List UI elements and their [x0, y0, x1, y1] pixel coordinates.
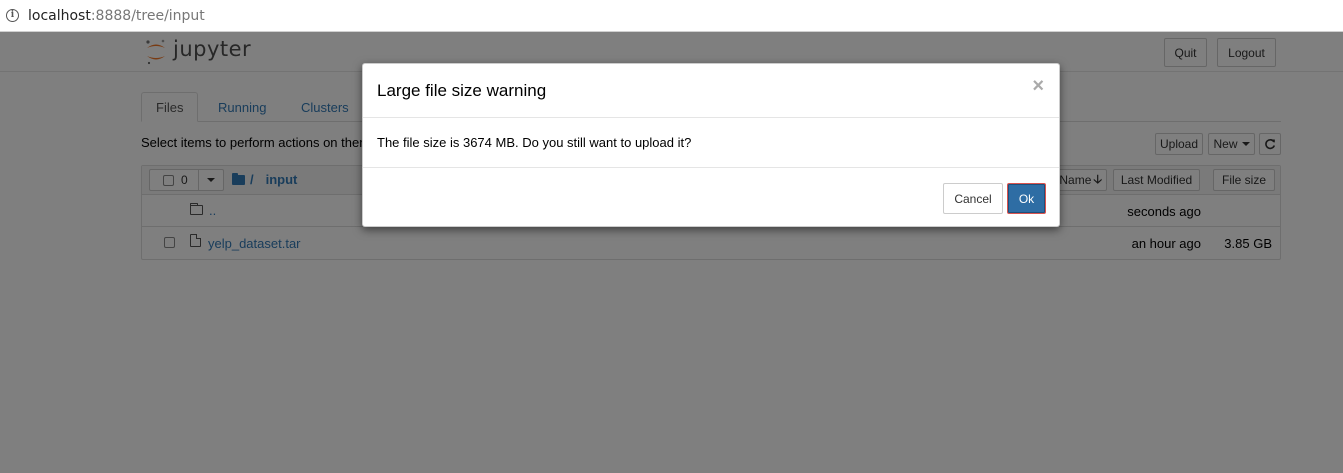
cancel-button[interactable]: Cancel: [943, 183, 1003, 214]
dialog-footer: Cancel Ok: [363, 167, 1059, 227]
url-text[interactable]: localhost:8888/tree/input: [28, 8, 205, 24]
info-icon[interactable]: i: [6, 9, 19, 22]
close-icon[interactable]: ×: [1032, 76, 1044, 96]
dialog-title: Large file size warning: [377, 81, 547, 100]
dialog-header: Large file size warning ×: [363, 64, 1059, 118]
large-file-warning-dialog: Large file size warning × The file size …: [362, 63, 1060, 227]
ok-button[interactable]: Ok: [1007, 183, 1046, 214]
dialog-message: The file size is 3674 MB. Do you still w…: [377, 135, 692, 150]
browser-address-bar[interactable]: i localhost:8888/tree/input: [0, 0, 1343, 32]
